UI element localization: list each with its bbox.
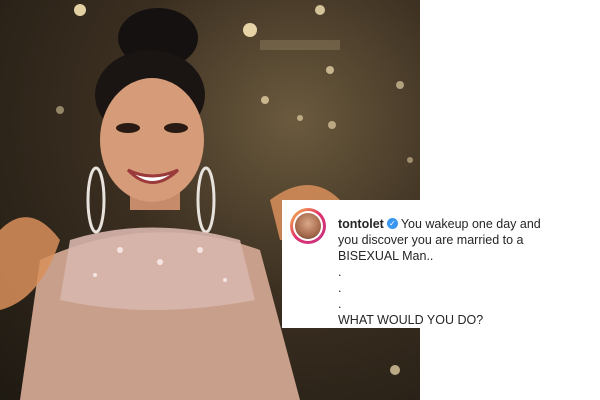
post-caption: tontolet ✓ You wakeup one day and you disc… bbox=[338, 216, 588, 328]
caption-first-line: tontolet ✓ You wakeup one day and bbox=[338, 216, 588, 232]
avatar-ring bbox=[293, 211, 323, 241]
caption-question: WHAT WOULD YOU DO? bbox=[338, 313, 484, 327]
instagram-caption-card: tontolet ✓ You wakeup one day and you disc… bbox=[282, 200, 600, 328]
caption-dot-2: . bbox=[338, 281, 342, 295]
avatar-image bbox=[295, 213, 321, 239]
caption-text-1: You wakeup one day and bbox=[400, 217, 541, 231]
username-link[interactable]: tontolet bbox=[338, 217, 384, 231]
profile-avatar[interactable] bbox=[290, 208, 326, 244]
caption-dot-1: . bbox=[338, 265, 342, 279]
verified-badge-icon: ✓ bbox=[386, 218, 398, 230]
caption-text-2: you discover you are married to a bbox=[338, 233, 524, 247]
caption-text-3: BISEXUAL Man.. bbox=[338, 249, 434, 263]
caption-dot-3: . bbox=[338, 297, 342, 311]
